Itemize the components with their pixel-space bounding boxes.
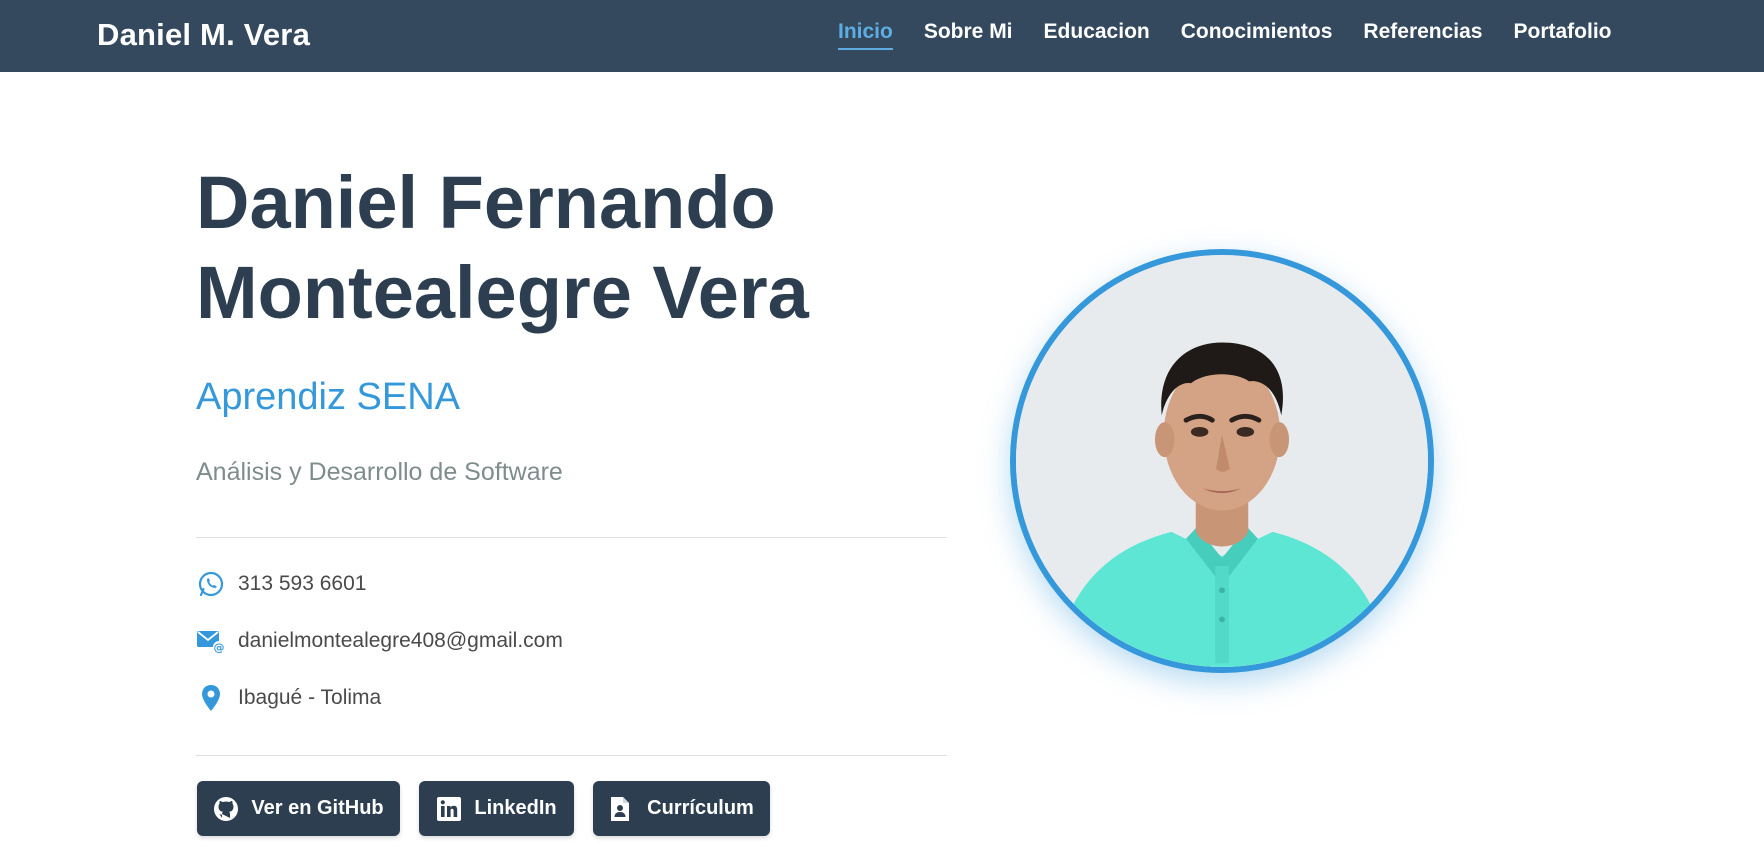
location-pin-icon — [196, 683, 226, 713]
nav-link-referencias[interactable]: Referencias — [1363, 20, 1482, 50]
divider-top — [196, 537, 947, 538]
github-icon — [213, 796, 239, 822]
linkedin-icon — [436, 796, 462, 822]
document-icon — [609, 796, 635, 822]
hero-name: Daniel Fernando Montealegre Vera — [196, 158, 956, 338]
profile-photo — [1010, 249, 1434, 673]
hero-program: Análisis y Desarrollo de Software — [196, 458, 563, 486]
curriculum-button[interactable]: Currículum — [593, 781, 770, 836]
github-button[interactable]: Ver en GitHub — [197, 781, 400, 836]
linkedin-button-label: LinkedIn — [474, 797, 557, 819]
brand-logo-link[interactable]: Daniel M. Vera — [97, 17, 310, 53]
contact-location: Ibagué - Tolima — [196, 683, 381, 713]
nav-link-portafolio[interactable]: Portafolio — [1514, 20, 1612, 50]
divider-bottom — [196, 755, 947, 756]
github-button-label: Ver en GitHub — [251, 797, 384, 819]
whatsapp-icon — [196, 569, 226, 599]
nav-link-sobre-mi[interactable]: Sobre Mi — [924, 20, 1013, 50]
contact-phone: 313 593 6601 — [196, 569, 366, 599]
hero-name-line2: Montealegre Vera — [196, 251, 809, 334]
main-nav: Inicio Sobre Mi Educacion Conocimientos … — [838, 20, 1612, 50]
nav-link-educacion[interactable]: Educacion — [1044, 20, 1150, 50]
navbar: Daniel M. Vera Inicio Sobre Mi Educacion… — [0, 0, 1764, 72]
email-icon: @ — [196, 626, 226, 656]
contact-phone-text: 313 593 6601 — [238, 572, 367, 595]
hero-name-line1: Daniel Fernando — [196, 161, 776, 244]
contact-location-text: Ibagué - Tolima — [238, 686, 382, 709]
nav-link-conocimientos[interactable]: Conocimientos — [1181, 20, 1333, 50]
linkedin-button[interactable]: LinkedIn — [419, 781, 574, 836]
nav-link-inicio[interactable]: Inicio — [838, 20, 893, 50]
svg-text:@: @ — [214, 641, 225, 654]
hero-role: Aprendiz SENA — [196, 376, 461, 418]
curriculum-button-label: Currículum — [647, 797, 754, 819]
contact-email-text: danielmontealegre408@gmail.com — [238, 629, 563, 652]
contact-email: @ danielmontealegre408@gmail.com — [196, 626, 563, 656]
